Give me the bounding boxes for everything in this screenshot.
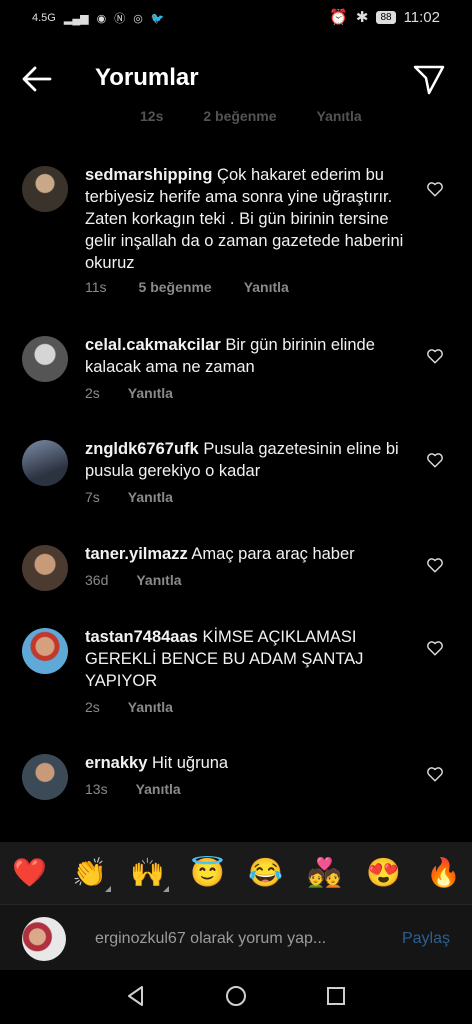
comment-username[interactable]: sedmarshipping — [85, 166, 212, 184]
system-nav-bar — [0, 970, 472, 1024]
like-heart-icon[interactable] — [426, 451, 444, 469]
comment-username[interactable]: zngldk6767ufk — [85, 440, 199, 458]
emoji-couple-button[interactable]: 💑 — [307, 856, 342, 890]
skin-tone-indicator-icon — [162, 886, 169, 892]
bluetooth-icon: ✱ — [355, 9, 369, 26]
nav-back-icon[interactable] — [124, 984, 148, 1008]
battery-indicator: 88 — [376, 10, 396, 24]
like-heart-icon[interactable] — [426, 180, 444, 198]
like-heart-icon[interactable] — [426, 347, 444, 365]
likes-count[interactable]: 2 beğenme — [203, 108, 276, 124]
comment-text: Amaç para araç haber — [191, 545, 355, 563]
reply-button[interactable]: Yanıtla — [244, 279, 289, 295]
comment-composer: erginozkul67 olarak yorum yap... Paylaş — [0, 904, 472, 971]
twitter-icon: 🐦 — [150, 12, 165, 25]
emoji-clap-button[interactable]: 👏 — [72, 856, 111, 892]
clock: 11:02 — [403, 8, 440, 26]
app-header: Yorumlar — [0, 48, 472, 110]
comment-meta: 11s 5 beğenme Yanıtla — [85, 279, 289, 295]
comment-body: taner.yilmazz Amaç para araç haber — [85, 543, 415, 565]
send-direct-icon[interactable] — [412, 62, 446, 96]
signal-icon: ▂▄▆ — [63, 12, 89, 25]
comment-username[interactable]: ernakky — [85, 754, 147, 772]
share-button[interactable]: Paylaş — [402, 930, 450, 948]
avatar[interactable] — [22, 545, 68, 591]
comment-body: ernakky Hit uğruna — [85, 752, 415, 774]
emoji-raised-hands: 🙌 — [130, 857, 165, 888]
emoji-clap: 👏 — [72, 857, 107, 888]
avatar[interactable] — [22, 336, 68, 382]
like-heart-icon[interactable] — [426, 639, 444, 657]
emoji-laugh-button[interactable]: 😂 — [248, 856, 283, 890]
likes-count[interactable]: 5 beğenme — [139, 279, 212, 295]
comment-meta: 36d Yanıtla — [85, 572, 182, 588]
comment-meta: 13s Yanıtla — [85, 781, 181, 797]
nav-recents-icon[interactable] — [324, 984, 348, 1008]
network-type: 4.5G — [32, 12, 56, 24]
comment-username[interactable]: taner.yilmazz — [85, 545, 188, 563]
eye-icon: ◉ — [96, 12, 107, 25]
status-bar: 4.5G ▂▄▆ ◉ Ⓝ ◎ 🐦 ⏰ ✱ 88 11:02 — [0, 0, 472, 40]
comment-text: Hit uğruna — [151, 754, 229, 772]
comment-input[interactable]: erginozkul67 olarak yorum yap... — [95, 930, 326, 948]
nav-home-icon[interactable] — [224, 984, 248, 1008]
nfc-icon: Ⓝ — [114, 13, 126, 25]
emoji-halo-button[interactable]: 😇 — [190, 856, 225, 890]
comment-meta: 2s Yanıtla — [85, 699, 173, 715]
comment-meta: 7s Yanıtla — [85, 489, 173, 505]
avatar[interactable] — [22, 628, 68, 674]
reply-button[interactable]: Yanıtla — [317, 108, 362, 124]
comment-time: 13s — [85, 781, 108, 797]
emoji-fire-button[interactable]: 🔥 — [426, 856, 461, 890]
comment-meta: 2s Yanıtla — [85, 385, 173, 401]
reply-button[interactable]: Yanıtla — [128, 489, 173, 505]
comment-body: sedmarshipping Çok hakaret ederim bu ter… — [85, 164, 415, 274]
instagram-icon: ◎ — [133, 12, 143, 25]
comment-username[interactable]: celal.cakmakcilar — [85, 336, 221, 354]
comment-time: 11s — [85, 279, 107, 295]
emoji-heart-eyes-button[interactable]: 😍 — [366, 856, 401, 890]
like-heart-icon[interactable] — [426, 556, 444, 574]
previous-comment-meta: 12s 2 beğenme Yanıtla — [0, 108, 472, 132]
page-title: Yorumlar — [95, 64, 199, 91]
reply-button[interactable]: Yanıtla — [128, 385, 173, 401]
comment-time: 12s — [140, 108, 164, 124]
comment-time: 2s — [85, 699, 100, 715]
comment-body: zngldk6767ufk Pusula gazetesinin eline b… — [85, 438, 415, 482]
like-heart-icon[interactable] — [426, 765, 444, 783]
comment-body: tastan7484aas KİMSE AÇIKLAMASI GEREKLİ B… — [85, 626, 415, 692]
comment-username[interactable]: tastan7484aas — [85, 628, 198, 646]
avatar[interactable] — [22, 754, 68, 800]
emoji-heart-button[interactable]: ❤️ — [12, 856, 47, 890]
reply-button[interactable]: Yanıtla — [136, 781, 181, 797]
avatar — [22, 917, 66, 961]
skin-tone-indicator-icon — [104, 886, 111, 892]
comment-time: 2s — [85, 385, 100, 401]
comment-body: celal.cakmakcilar Bir gün birinin elinde… — [85, 334, 415, 378]
avatar[interactable] — [22, 166, 68, 212]
emoji-reaction-bar: ❤️ 👏 🙌 😇 😂 💑 😍 🔥 — [0, 842, 472, 904]
back-arrow-icon[interactable] — [20, 62, 54, 96]
avatar[interactable] — [22, 440, 68, 486]
alarm-icon: ⏰ — [329, 9, 348, 26]
comment-time: 36d — [85, 572, 109, 588]
reply-button[interactable]: Yanıtla — [136, 572, 181, 588]
emoji-raised-hands-button[interactable]: 🙌 — [130, 856, 169, 892]
comment-time: 7s — [85, 489, 100, 505]
reply-button[interactable]: Yanıtla — [128, 699, 173, 715]
